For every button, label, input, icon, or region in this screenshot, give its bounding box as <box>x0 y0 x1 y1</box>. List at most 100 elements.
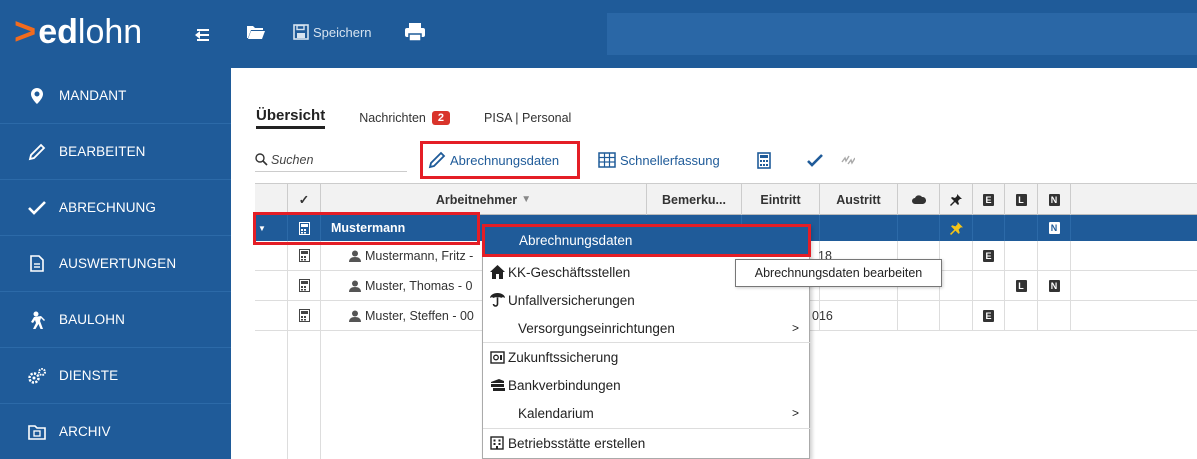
calculate-disabled-button[interactable] <box>841 144 859 176</box>
person-icon <box>349 280 361 292</box>
sidebar-item-dienste[interactable]: DIENSTE <box>0 348 231 403</box>
col-bemerkung-header[interactable]: Bemerku... <box>647 184 742 215</box>
n-cell: N <box>1038 271 1071 300</box>
calculator-cell[interactable] <box>288 215 321 241</box>
sidebar-item-label: BAULOHN <box>59 312 125 327</box>
person-icon <box>349 310 361 322</box>
cell <box>255 271 288 300</box>
brand-lohn: lohn <box>77 13 143 51</box>
bank-icon <box>489 377 505 393</box>
document-icon <box>27 255 47 273</box>
pin-icon <box>950 193 962 206</box>
col-check-header[interactable]: ✓ <box>288 184 321 215</box>
employee-name: Muster, Thomas - 0 <box>365 278 473 293</box>
search-placeholder: Suchen <box>271 152 314 167</box>
tab-label: Nachrichten <box>359 111 426 125</box>
tab-nachrichten[interactable]: Nachrichten 2 <box>359 111 451 129</box>
menu-item-bankverbindungen[interactable]: Bankverbindungen <box>483 371 811 399</box>
sidebar-item-bearbeiten[interactable]: BEARBEITEN <box>0 124 231 179</box>
pencil-icon <box>428 151 446 169</box>
menu-item-versorgungseinrichtungen[interactable]: Versorgungseinrichtungen > <box>483 314 811 342</box>
col-n-header[interactable]: N <box>1038 184 1071 215</box>
cell <box>820 215 898 241</box>
calculator-icon <box>298 309 310 322</box>
col-expander <box>255 184 288 215</box>
l-icon: L <box>1015 279 1027 292</box>
e-icon: E <box>983 193 994 206</box>
tab-bar: Übersicht Nachrichten 2 PISA | Personal <box>256 103 605 129</box>
expand-caret-icon[interactable]: ▼ <box>255 215 288 241</box>
tab-uebersicht[interactable]: Übersicht <box>256 107 326 129</box>
schnellerfassung-button[interactable]: Schnellerfassung <box>598 144 720 176</box>
confirm-button[interactable] <box>807 144 827 176</box>
sidebar-item-abrechnung[interactable]: ABRECHNUNG <box>0 180 231 235</box>
cell <box>255 301 288 330</box>
save-button[interactable]: Speichern <box>293 18 372 46</box>
menu-item-label: KK-Geschäftsstellen <box>508 264 631 280</box>
n-icon: N <box>1048 279 1060 292</box>
sidebar-item-archiv[interactable]: ARCHIV <box>0 404 231 459</box>
menu-item-betriebsstaette-erstellen[interactable]: Betriebsstätte erstellen <box>483 429 811 457</box>
safe-icon <box>489 349 505 365</box>
lightning-icon <box>841 155 855 165</box>
calculator-cell[interactable] <box>288 271 321 300</box>
abrechnungsdaten-button[interactable]: Abrechnungsdaten <box>420 141 580 179</box>
open-folder-icon[interactable] <box>246 24 266 40</box>
sidebar-item-baulohn[interactable]: BAULOHN <box>0 292 231 347</box>
cell <box>255 241 288 270</box>
check-icon <box>807 153 823 167</box>
cell <box>940 301 973 330</box>
col-cloud-header[interactable] <box>898 184 940 215</box>
collapse-sidebar-icon[interactable] <box>191 26 213 44</box>
menu-item-kalendarium[interactable]: Kalendarium > <box>483 399 811 427</box>
tab-pisa-personal[interactable]: PISA | Personal <box>484 111 571 129</box>
person-icon <box>349 250 361 262</box>
cloud-icon <box>911 195 926 204</box>
calculator-icon <box>298 279 310 292</box>
calculator-icon <box>298 249 310 262</box>
menu-item-label: Betriebsstätte erstellen <box>508 435 646 451</box>
search-icon <box>255 153 268 166</box>
cell <box>820 301 898 330</box>
e-cell: E <box>973 241 1005 270</box>
building-icon <box>489 435 505 451</box>
calculator-cell[interactable] <box>288 301 321 330</box>
cell <box>1005 241 1038 270</box>
menu-item-label: Versorgungseinrichtungen <box>518 320 675 336</box>
save-label: Speichern <box>313 24 372 40</box>
calculator-button[interactable] <box>757 144 775 176</box>
sidebar-item-auswertungen[interactable]: AUSWERTUNGEN <box>0 236 231 291</box>
sidebar-item-label: ARCHIV <box>59 424 111 439</box>
menu-item-zukunftssicherung[interactable]: Zukunftssicherung <box>483 343 811 371</box>
check-icon <box>27 199 47 217</box>
calculator-cell[interactable] <box>288 241 321 270</box>
e-icon: E <box>983 309 994 322</box>
n-icon: N <box>1048 222 1060 234</box>
col-eintritt-header[interactable]: Eintritt <box>742 184 820 215</box>
print-icon[interactable] <box>404 22 426 42</box>
cell <box>940 241 973 270</box>
menu-item-abrechnungsdaten[interactable]: Abrechnungsdaten <box>482 224 811 257</box>
map-pin-icon <box>27 87 47 105</box>
col-austritt-header[interactable]: Austritt <box>820 184 898 215</box>
employee-name: Muster, Steffen - 00 <box>365 308 474 323</box>
col-l-header[interactable]: L <box>1005 184 1038 215</box>
menu-item-unfallversicherungen[interactable]: Unfallversicherungen <box>483 286 811 314</box>
col-pin-header[interactable] <box>940 184 973 215</box>
menu-item-label: Abrechnungsdaten <box>519 233 633 248</box>
l-icon: L <box>1015 193 1027 206</box>
col-arbeitnehmer-header[interactable]: Arbeitnehmer ▼ <box>321 184 647 215</box>
schnellerfassung-label: Schnellerfassung <box>620 152 720 168</box>
sidebar-item-mandant[interactable]: MANDANT <box>0 68 231 123</box>
search-input[interactable]: Suchen <box>255 148 407 172</box>
submenu-arrow-icon: > <box>791 406 799 420</box>
e-cell: E <box>973 301 1005 330</box>
grid-table-icon <box>598 152 616 168</box>
pin-cell[interactable] <box>940 215 973 241</box>
cell <box>1005 215 1038 241</box>
calculator-icon <box>298 221 310 235</box>
house-icon <box>489 264 505 280</box>
gears-icon <box>27 367 47 385</box>
pin-icon <box>949 221 963 235</box>
col-e-header[interactable]: E <box>973 184 1005 215</box>
